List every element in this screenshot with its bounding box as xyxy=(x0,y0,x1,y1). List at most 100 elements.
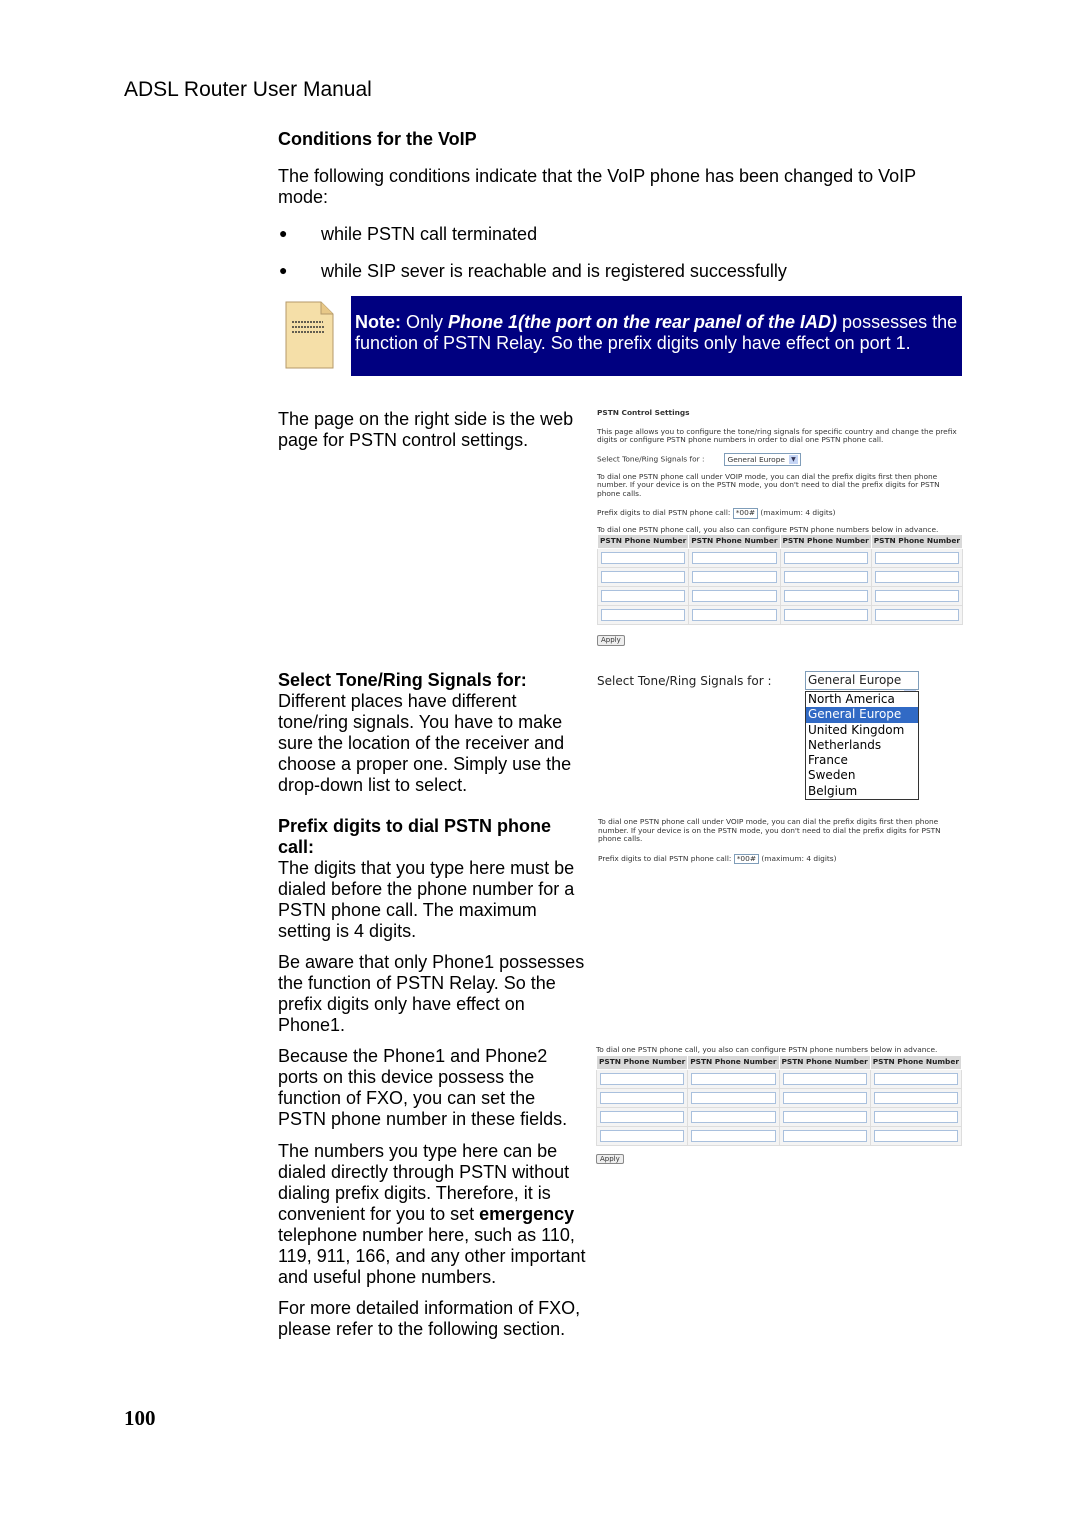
voip-text: To dial one PSTN phone call under VOIP m… xyxy=(597,471,940,498)
numbers-paragraph: The numbers you type here can be dialed … xyxy=(278,1141,590,1288)
pstn-number-input[interactable] xyxy=(691,1072,776,1085)
prefix-max: (maximum: 4 digits) xyxy=(760,508,836,517)
option-netherlands[interactable]: Netherlands xyxy=(806,738,918,753)
option-sweden[interactable]: Sweden xyxy=(806,768,918,783)
pstn-number-input[interactable] xyxy=(874,571,959,583)
pstn-number-input[interactable] xyxy=(782,1110,867,1123)
pstn-number-input[interactable] xyxy=(600,1110,685,1123)
pstn-number-input[interactable] xyxy=(691,1110,776,1123)
numbers-text: telephone number here, such as 110, 119,… xyxy=(278,1225,586,1287)
column-header: PSTN Phone Number xyxy=(688,534,781,549)
pstn-number-input[interactable] xyxy=(783,609,868,621)
option-united-kingdom[interactable]: United Kingdom xyxy=(806,723,918,738)
column-header: PSTN Phone Number xyxy=(778,1054,871,1070)
pstn-number-input[interactable] xyxy=(692,552,777,564)
section-title: Conditions for the VoIP xyxy=(278,129,477,149)
page-number: 100 xyxy=(124,1406,156,1430)
column-header: PSTN Phone Number xyxy=(779,534,872,549)
table-row xyxy=(596,548,964,568)
pstn-number-table: PSTN Phone Number PSTN Phone Number PSTN P… xyxy=(595,1054,963,1146)
pstn-number-input[interactable] xyxy=(873,1091,958,1104)
fxo-paragraph: Because the Phone1 and Phone2 ports on t… xyxy=(278,1046,568,1129)
pstn-number-input[interactable] xyxy=(874,552,959,564)
prefix-label: Prefix digits to dial PSTN phone call: xyxy=(597,508,731,517)
table-row xyxy=(595,1087,963,1108)
table-row xyxy=(595,1068,963,1089)
web-title: PSTN Control Settings xyxy=(597,408,690,417)
pstn-number-input[interactable] xyxy=(601,609,686,621)
tone-select[interactable]: General Europe ▼ xyxy=(724,452,801,466)
prefix-label: Prefix digits to dial PSTN phone call: xyxy=(598,853,732,863)
table-row xyxy=(596,605,964,625)
column-header: PSTN Phone Number xyxy=(595,1054,689,1070)
pstn-number-input[interactable] xyxy=(873,1129,958,1142)
bullet-item: while SIP sever is reachable and is regi… xyxy=(279,261,787,282)
tone-value: General Europe xyxy=(727,454,785,464)
pstn-number-input[interactable] xyxy=(601,590,686,602)
option-general-europe[interactable]: General Europe xyxy=(806,707,918,723)
pstn-number-input[interactable] xyxy=(783,571,868,583)
web-description: This page allows you to configure the to… xyxy=(597,426,957,444)
option-north-america[interactable]: North America xyxy=(806,692,918,707)
pstn-number-input[interactable] xyxy=(873,1072,958,1085)
tone-select-large[interactable]: General Europe▼ xyxy=(805,671,919,704)
column-header: PSTN Phone Number xyxy=(596,534,690,549)
prefix-max: (maximum: 4 digits) xyxy=(761,853,837,863)
pstn-number-input[interactable] xyxy=(692,571,777,583)
prefix-input[interactable]: *00# xyxy=(733,853,760,864)
running-header: ADSL Router User Manual xyxy=(124,78,372,101)
numbers-text: To dial one PSTN phone call, you also ca… xyxy=(596,1045,938,1054)
web-page-paragraph: The page on the right side is the web pa… xyxy=(278,409,574,450)
pstn-number-input[interactable] xyxy=(600,1091,685,1104)
voip-text: To dial one PSTN phone call under VOIP m… xyxy=(598,817,941,843)
table-row xyxy=(596,567,964,587)
pstn-number-input[interactable] xyxy=(692,590,777,602)
prefix-body: The digits that you type here must be di… xyxy=(278,858,575,941)
pstn-number-input[interactable] xyxy=(782,1129,867,1142)
pstn-number-input[interactable] xyxy=(601,571,686,583)
pstn-number-input[interactable] xyxy=(873,1110,958,1123)
apply-button[interactable]: Apply xyxy=(597,635,625,646)
tone-label: Select Tone/Ring Signals for : xyxy=(597,454,705,463)
chevron-down-icon: ▼ xyxy=(788,455,798,464)
pstn-number-input[interactable] xyxy=(782,1091,867,1104)
option-belgium[interactable]: Belgium xyxy=(806,784,918,799)
prefix-heading: Prefix digits to dial PSTN phone call: xyxy=(278,816,552,857)
pstn-number-input[interactable] xyxy=(691,1091,776,1104)
column-header: PSTN Phone Number xyxy=(870,534,964,549)
tone-value: General Europe xyxy=(808,673,902,687)
note-box: Note: Only Phone 1(the port on the rear … xyxy=(351,296,962,376)
pstn-number-input[interactable] xyxy=(600,1129,685,1142)
prefix-aware: Be aware that only Phone1 possesses the … xyxy=(278,952,585,1035)
table-row xyxy=(595,1125,963,1146)
pstn-number-table: PSTN Phone Number PSTN Phone Number PSTN P… xyxy=(596,534,964,625)
apply-button[interactable]: Apply xyxy=(596,1153,624,1164)
prefix-section: Prefix digits to dial PSTN phone call: Th… xyxy=(278,816,583,942)
numbers-text: To dial one PSTN phone call, you also ca… xyxy=(597,524,939,534)
emphasis: emergency xyxy=(479,1204,575,1224)
tone-section: Select Tone/Ring Signals for: Different p… xyxy=(278,670,583,796)
table-row xyxy=(595,1106,963,1127)
pstn-settings-screenshot: PSTN Control Settings This page allows y… xyxy=(596,408,964,646)
column-header: PSTN Phone Number xyxy=(687,1054,780,1070)
pstn-number-input[interactable] xyxy=(600,1072,685,1085)
pstn-number-input[interactable] xyxy=(783,552,868,564)
pstn-number-input[interactable] xyxy=(601,552,686,564)
note-document-icon xyxy=(285,301,334,369)
tone-label-large: Select Tone/Ring Signals for : xyxy=(597,674,772,688)
tone-heading: Select Tone/Ring Signals for: xyxy=(278,670,527,690)
pstn-number-input[interactable] xyxy=(691,1129,776,1142)
pstn-number-input[interactable] xyxy=(692,609,777,621)
tone-options-list: North America General Europe United King… xyxy=(805,691,919,801)
option-france[interactable]: France xyxy=(806,753,918,768)
pstn-number-input[interactable] xyxy=(874,609,959,621)
column-header: PSTN Phone Number xyxy=(869,1054,963,1070)
note-emphasis: Phone 1(the port on the rear panel of th… xyxy=(448,312,838,332)
prefix-input[interactable]: *00# xyxy=(732,508,759,519)
table-row xyxy=(596,586,964,606)
pstn-number-input[interactable] xyxy=(874,590,959,602)
intro-paragraph: The following conditions indicate that t… xyxy=(278,166,916,207)
pstn-number-input[interactable] xyxy=(783,590,868,602)
tone-body: Different places have different tone/rin… xyxy=(278,691,572,795)
pstn-number-input[interactable] xyxy=(782,1072,867,1085)
